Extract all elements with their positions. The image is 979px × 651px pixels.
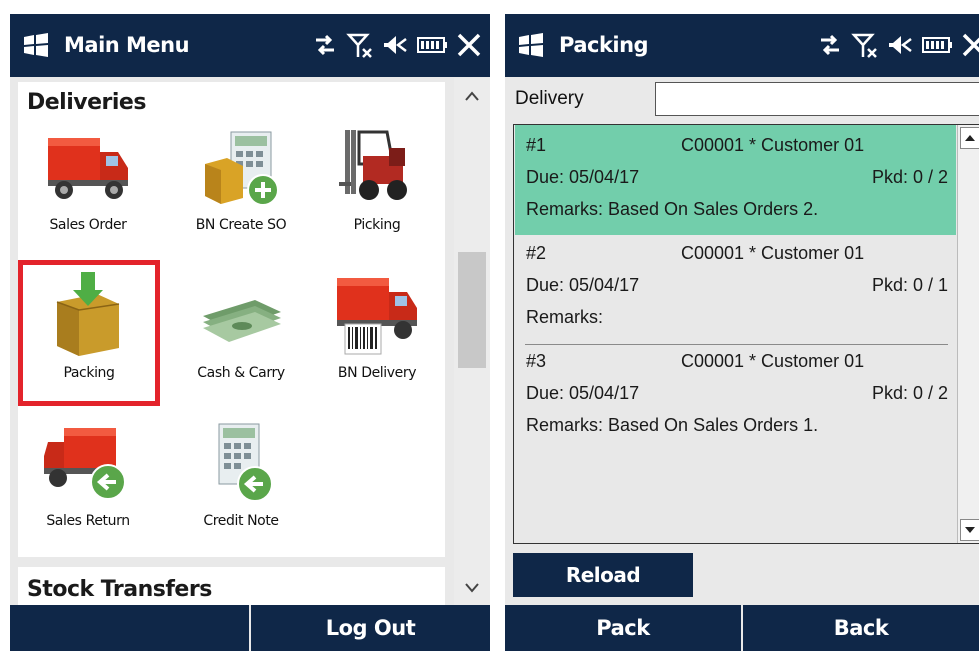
battery-icon	[922, 37, 952, 53]
tile-packing[interactable]: Packing	[18, 266, 160, 406]
vertical-scrollbar[interactable]	[454, 78, 490, 605]
main-menu-screen: Main Menu Deliveries Sales Order BN Crea…	[10, 14, 490, 651]
tile-picking[interactable]: Picking	[306, 118, 448, 258]
pack-button[interactable]: Pack	[505, 605, 741, 651]
list-item[interactable]: #3 C00001 * Customer 01 Due: 05/04/17 Pk…	[515, 345, 956, 455]
item-remarks: Remarks: Based On Sales Orders 1.	[526, 415, 819, 435]
tile-sales-order[interactable]: Sales Order	[17, 118, 159, 258]
triangle-up-icon	[965, 135, 975, 141]
tile-bn-create-so[interactable]: BN Create SO	[170, 118, 312, 258]
tile-label: Sales Order	[49, 217, 127, 233]
windows-start-icon[interactable]	[22, 33, 50, 57]
truck-icon	[48, 138, 128, 199]
no-signal-icon	[851, 33, 877, 58]
scroll-up-button[interactable]	[960, 127, 979, 149]
window-title: Packing	[559, 33, 649, 57]
triangle-down-icon	[965, 527, 975, 533]
chevron-down-icon	[465, 583, 479, 593]
calculator-add-icon	[205, 131, 279, 206]
scroll-down-button[interactable]	[960, 519, 979, 541]
section-deliveries-heading: Deliveries	[27, 90, 146, 115]
item-packed: Pkd: 0 / 2	[871, 383, 948, 403]
connectivity-icon	[316, 34, 334, 56]
delivery-list[interactable]: #1 C00001 * Customer 01 Due: 05/04/17 Pk…	[513, 124, 979, 544]
connectivity-icon	[821, 34, 839, 56]
item-number: #3	[526, 351, 547, 371]
item-packed: Pkd: 0 / 2	[871, 167, 948, 187]
windows-start-icon[interactable]	[517, 33, 545, 57]
item-customer: C00001 * Customer 01	[681, 243, 865, 263]
item-remarks: Remarks:	[526, 307, 604, 327]
softkey-left[interactable]	[10, 605, 249, 651]
title-bar: Main Menu	[10, 14, 490, 77]
softkey-bar: Pack Back	[505, 605, 979, 651]
truck-barcode-icon	[337, 278, 417, 355]
item-packed: Pkd: 0 / 1	[871, 275, 948, 295]
no-signal-icon	[346, 33, 372, 58]
section-stock-transfers-heading[interactable]: Stock Transfers	[27, 577, 212, 602]
status-icons	[817, 28, 979, 62]
window-title: Main Menu	[64, 33, 190, 57]
back-button[interactable]: Back	[741, 605, 979, 651]
tile-label: Cash & Carry	[197, 365, 285, 381]
close-icon[interactable]	[961, 32, 979, 58]
logout-button[interactable]: Log Out	[249, 605, 490, 651]
item-due: Due: 05/04/17	[526, 383, 640, 403]
item-number: #2	[526, 243, 547, 263]
item-due: Due: 05/04/17	[526, 167, 640, 187]
tile-cash-carry[interactable]: Cash & Carry	[170, 266, 312, 406]
item-due: Due: 05/04/17	[526, 275, 640, 295]
forklift-icon	[339, 130, 407, 200]
item-number: #1	[526, 135, 547, 155]
packing-screen: Packing Delivery #1 C00001 * Customer 01…	[505, 14, 979, 651]
tile-bn-delivery[interactable]: BN Delivery	[306, 266, 448, 406]
list-item[interactable]: #1 C00001 * Customer 01 Due: 05/04/17 Pk…	[515, 125, 956, 235]
item-customer: C00001 * Customer 01	[681, 351, 865, 371]
status-icons	[312, 28, 482, 62]
close-icon[interactable]	[456, 32, 482, 58]
tile-credit-note[interactable]: Credit Note	[170, 414, 312, 554]
tile-label: BN Delivery	[337, 365, 417, 381]
truck-return-icon	[44, 428, 126, 500]
chevron-up-icon	[465, 91, 479, 101]
delivery-input[interactable]	[655, 82, 979, 116]
scroll-up-arrow[interactable]	[458, 84, 486, 108]
item-remarks: Remarks: Based On Sales Orders 2.	[526, 199, 819, 219]
list-scrollbar[interactable]	[957, 125, 979, 543]
tile-label: BN Create SO	[195, 217, 287, 233]
calculator-return-icon	[218, 423, 273, 502]
title-bar: Packing	[505, 14, 979, 77]
list-item[interactable]: #2 C00001 * Customer 01 Due: 05/04/17 Pk…	[515, 235, 956, 345]
tile-label: Packing	[63, 365, 115, 381]
reload-button[interactable]: Reload	[513, 553, 693, 597]
tile-label: Credit Note	[203, 513, 279, 529]
tile-label: Sales Return	[46, 513, 130, 529]
softkey-bar: Log Out	[10, 605, 490, 651]
scroll-thumb[interactable]	[458, 252, 486, 368]
tile-label: Picking	[353, 217, 401, 233]
tile-sales-return[interactable]: Sales Return	[17, 414, 159, 554]
delivery-label: Delivery	[515, 88, 584, 109]
battery-icon	[417, 37, 447, 53]
scroll-down-arrow[interactable]	[458, 576, 486, 600]
speaker-mute-icon	[889, 36, 912, 54]
box-down-arrow-icon	[56, 272, 120, 356]
cash-icon	[203, 300, 281, 342]
item-customer: C00001 * Customer 01	[681, 135, 865, 155]
speaker-mute-icon	[384, 36, 407, 54]
